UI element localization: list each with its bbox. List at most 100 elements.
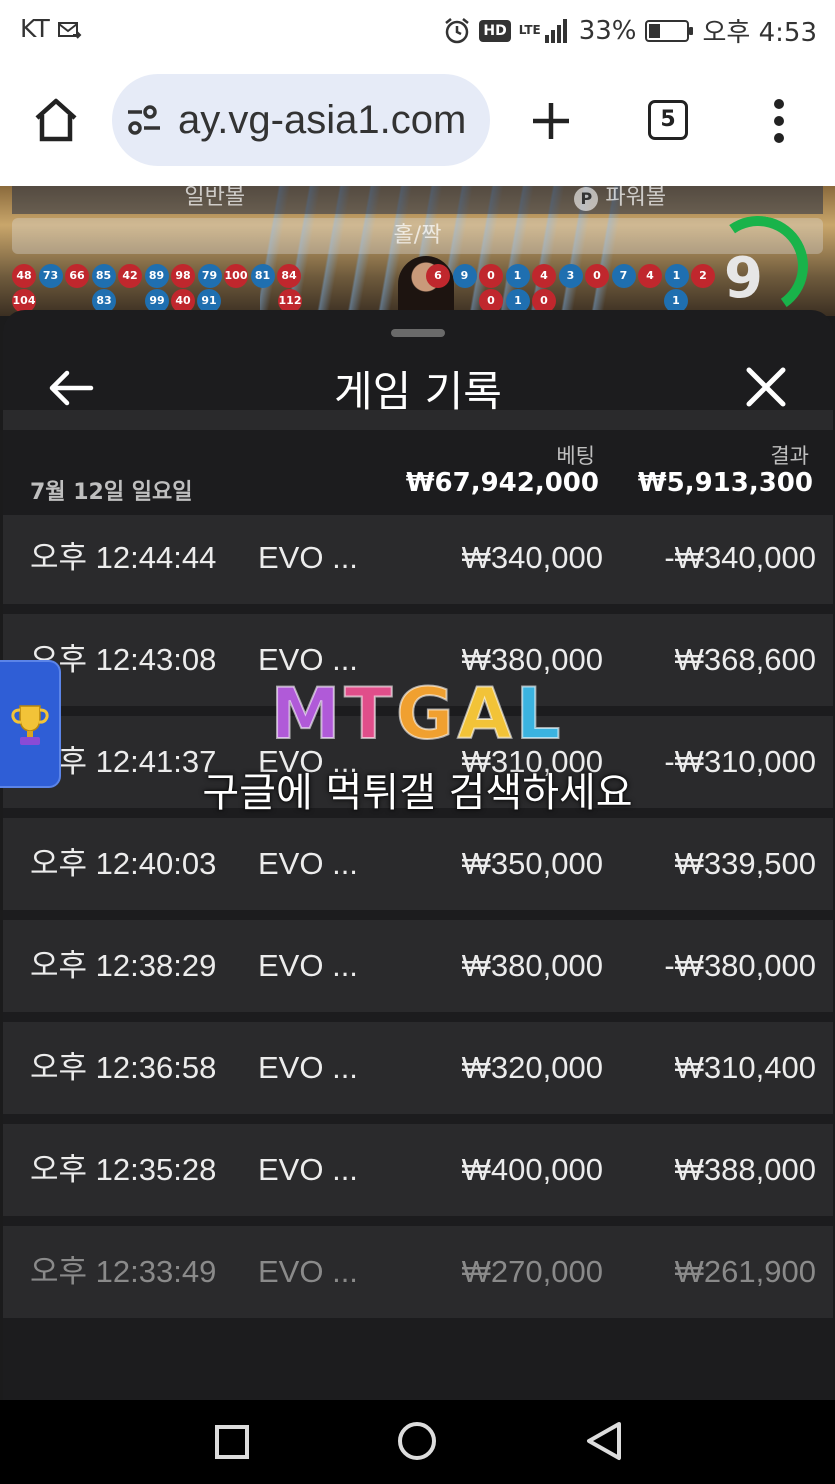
- site-settings-icon[interactable]: [126, 104, 162, 136]
- ball: 0: [585, 264, 609, 288]
- ball: 98: [171, 264, 195, 288]
- result-header: 결과: [770, 444, 809, 468]
- browser-toolbar: ay.vg-asia1.com 5: [0, 58, 835, 186]
- total-bet: ₩67,942,000: [405, 468, 599, 498]
- tab-power-ball-label: 파워볼: [605, 186, 667, 210]
- battery-percent: 33%: [578, 15, 637, 46]
- row-bet: ₩350,000: [461, 846, 603, 881]
- tab-power-ball[interactable]: P 파워볼: [418, 186, 824, 214]
- system-nav-bar: [0, 1400, 835, 1484]
- dealer-figure: [398, 256, 454, 316]
- row-result: -₩380,000: [664, 948, 816, 983]
- row-game: EVO ...: [258, 846, 358, 881]
- carrier-label: KT: [20, 14, 82, 43]
- row-time: 오후 12:38:29: [30, 948, 217, 983]
- drag-handle[interactable]: [391, 329, 445, 337]
- history-row[interactable]: 오후 12:33:49 EVO ... ₩270,000 ₩261,900: [3, 1226, 833, 1318]
- clock: 오후 4:53: [702, 18, 818, 48]
- network-label: LTE: [518, 23, 541, 37]
- row-time: 오후 12:36:58: [30, 1050, 217, 1085]
- row-game: EVO ...: [258, 1050, 358, 1085]
- ball: 48: [12, 264, 36, 288]
- plus-icon[interactable]: [530, 100, 572, 142]
- ball: 100: [224, 264, 248, 288]
- row-result: ₩261,900: [674, 1254, 816, 1289]
- hd-badge: HD: [479, 19, 511, 42]
- trophy-button[interactable]: [0, 660, 61, 788]
- row-result: ₩388,000: [674, 1152, 816, 1187]
- row-time: 오후 12:40:03: [30, 846, 217, 881]
- ball: 1: [664, 264, 689, 288]
- triangle-back-icon[interactable]: [584, 1420, 624, 1462]
- square-icon[interactable]: [214, 1424, 250, 1460]
- row-bet: ₩400,000: [461, 1152, 603, 1187]
- row-result: ₩310,400: [674, 1050, 816, 1085]
- row-game: EVO ...: [258, 642, 358, 677]
- row-bet: ₩270,000: [461, 1254, 603, 1289]
- history-row[interactable]: 오후 12:40:03 EVO ... ₩350,000 ₩339,500: [3, 818, 833, 910]
- history-row[interactable]: 오후 12:41:37 EVO ... ₩310,000 -₩310,000: [3, 716, 833, 808]
- signal-icon: [544, 18, 567, 43]
- date-label: 7월 12일 일요일: [30, 480, 193, 505]
- history-row[interactable]: 오후 12:43:08 EVO ... ₩380,000 ₩368,600: [3, 614, 833, 706]
- row-game: EVO ...: [258, 744, 358, 779]
- row-bet: ₩320,000: [461, 1050, 603, 1085]
- ball: 1: [505, 264, 530, 288]
- status-bar: KT HD LTE 33% 오후 4:53: [0, 0, 835, 58]
- ball: 7: [611, 264, 636, 288]
- row-bet: ₩380,000: [461, 642, 603, 677]
- carrier-name: KT: [20, 14, 50, 43]
- game-background: 일반볼 P 파워볼 홀/짝 9 48 73 66 85 42 89 98 79 100 81 84 1…: [0, 186, 835, 316]
- row-game: EVO ...: [258, 1152, 358, 1187]
- ball: 85: [91, 264, 116, 288]
- row-bet: ₩310,000: [461, 744, 603, 779]
- ball-type-tabs: 일반볼 P 파워볼: [12, 186, 823, 214]
- row-time: 오후 12:33:49: [30, 1254, 217, 1289]
- ball: 84: [277, 264, 301, 288]
- ball: 73: [38, 264, 63, 288]
- ball: 6: [426, 264, 450, 288]
- home-icon[interactable]: [32, 96, 80, 144]
- address-bar[interactable]: ay.vg-asia1.com: [112, 74, 490, 166]
- row-result: -₩340,000: [664, 540, 816, 575]
- row-game: EVO ...: [258, 540, 358, 575]
- status-right: HD LTE 33% 오후 4:53: [443, 12, 817, 49]
- row-time: 오후 12:44:44: [30, 540, 217, 575]
- ball: 2: [691, 264, 715, 288]
- tabs-icon[interactable]: 5: [648, 100, 688, 140]
- ball: 0: [479, 264, 503, 288]
- trophy-icon: [11, 705, 49, 745]
- ball: 81: [250, 264, 275, 288]
- url-text[interactable]: ay.vg-asia1.com: [178, 98, 466, 143]
- big-digit: 9: [724, 246, 763, 311]
- row-bet: ₩380,000: [461, 948, 603, 983]
- history-row[interactable]: 오후 12:35:28 EVO ... ₩400,000 ₩388,000: [3, 1124, 833, 1216]
- row-result: -₩310,000: [664, 744, 816, 779]
- even-odd-label[interactable]: 홀/짝: [12, 218, 823, 254]
- battery-fill: [648, 23, 661, 38]
- total-result: ₩5,913,300: [637, 468, 813, 498]
- row-result: ₩339,500: [674, 846, 816, 881]
- ball: 9: [452, 264, 477, 288]
- ball: 66: [65, 264, 89, 288]
- ball: 89: [144, 264, 169, 288]
- history-row[interactable]: 오후 12:36:58 EVO ... ₩320,000 ₩310,400: [3, 1022, 833, 1114]
- bet-header: 베팅: [556, 444, 595, 468]
- ball: 42: [118, 264, 142, 288]
- circle-icon[interactable]: [396, 1420, 438, 1462]
- history-row[interactable]: 오후 12:44:44 EVO ... ₩340,000 -₩340,000: [3, 512, 833, 604]
- battery-icon: [644, 19, 693, 42]
- summary-header: 7월 12일 일요일 베팅 결과 ₩67,942,000 ₩5,913,300: [3, 430, 833, 515]
- powerball-badge: P: [574, 187, 599, 211]
- game-history-sheet: 게임 기록 7월 12일 일요일 베팅 결과 ₩67,942,000 ₩5,91…: [3, 310, 833, 1400]
- row-result: ₩368,600: [674, 642, 816, 677]
- tab-normal-ball[interactable]: 일반볼: [12, 186, 418, 214]
- alarm-icon: [445, 17, 470, 43]
- more-vert-icon[interactable]: [770, 98, 788, 144]
- row-game: EVO ...: [258, 1254, 358, 1289]
- row-bet: ₩340,000: [461, 540, 603, 575]
- ball: 3: [558, 264, 583, 288]
- close-icon[interactable]: [743, 364, 789, 410]
- row-game: EVO ...: [258, 948, 358, 983]
- history-row[interactable]: 오후 12:38:29 EVO ... ₩380,000 -₩380,000: [3, 920, 833, 1012]
